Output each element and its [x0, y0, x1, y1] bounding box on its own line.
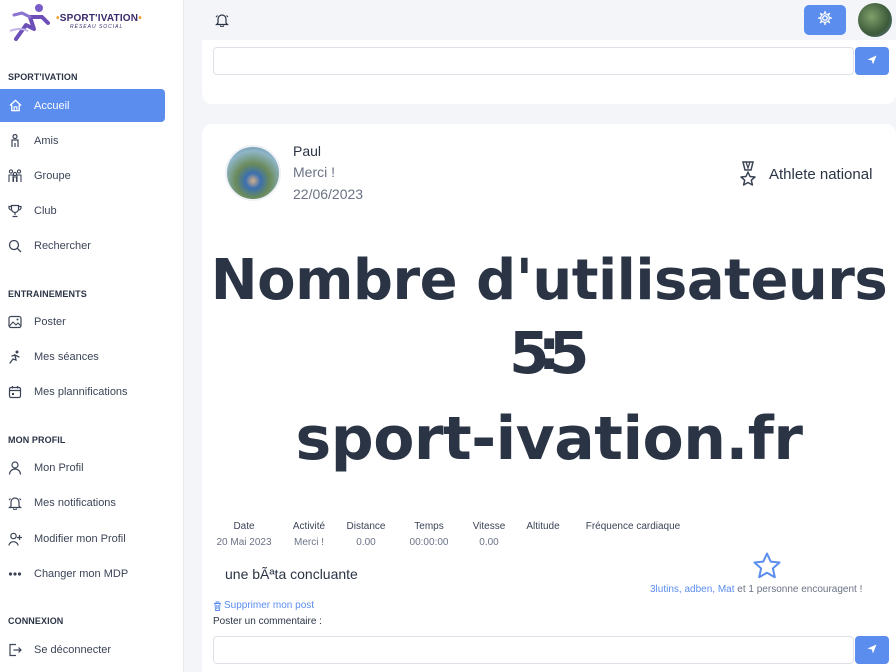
running-icon: [8, 350, 22, 364]
sidebar-item-se-deconnecter[interactable]: Se déconnecter: [0, 633, 165, 666]
stats-header-temps: Temps: [414, 521, 444, 532]
section-title-sportivation: SPORT'IVATION: [8, 72, 78, 82]
sidebar-item-label: Modifier mon Profil: [34, 532, 126, 545]
sidebar-item-label: Poster: [34, 315, 66, 328]
stats-header-frequence: Fréquence cardiaque: [585, 521, 681, 532]
sidebar-item-label: Changer mon MDP: [34, 567, 129, 580]
sidebar-item-label: Accueil: [34, 99, 70, 112]
sidebar-item-label: Mes notifications: [34, 496, 116, 509]
sidebar-item-rechercher[interactable]: Rechercher: [0, 229, 165, 262]
stats-header-date: Date: [233, 521, 255, 532]
home-icon: [8, 99, 22, 113]
comment-label: Poster un commentaire :: [213, 616, 322, 627]
sidebar-item-mes-plannifications[interactable]: Mes plannifications: [0, 375, 165, 408]
encourage-rest: et 1 personne encouragent !: [734, 584, 863, 595]
settings-button[interactable]: [804, 5, 846, 35]
post-message: Merci !: [293, 164, 335, 180]
send-comment-button[interactable]: [855, 47, 889, 75]
sidebar-item-label: Club: [34, 204, 57, 217]
post-date: 22/06/2023: [293, 186, 364, 202]
stats-header-altitude: Altitude: [526, 521, 560, 532]
sidebar-item-accueil[interactable]: Accueil: [0, 89, 165, 122]
sidebar-item-label: Se déconnecter: [34, 643, 112, 656]
post-caption: une bÃªta concluante: [225, 566, 358, 582]
sidebar-item-label: Amis: [34, 134, 59, 147]
sidebar-item-amis[interactable]: Amis: [0, 124, 165, 157]
trash-icon: [213, 601, 222, 611]
user-plus-icon: [8, 532, 22, 546]
sidebar-item-changer-mdp[interactable]: Changer mon MDP: [0, 557, 165, 590]
calendar-icon: [8, 385, 22, 399]
post-image-count: 55: [509, 319, 589, 387]
athlete-level-badge: Athlete national: [769, 166, 873, 183]
stats-header-distance: Distance: [346, 521, 386, 532]
group-icon: [8, 168, 22, 183]
medal-icon: [737, 161, 759, 187]
stats-header-vitesse: Vitesse: [472, 521, 506, 532]
send-icon: [867, 641, 877, 659]
post-comment-input[interactable]: [213, 636, 854, 664]
sidebar-item-label: Rechercher: [34, 239, 91, 252]
gear-icon: [818, 10, 832, 30]
encourage-names[interactable]: 3lutins, adben, Mat: [650, 584, 735, 595]
section-title-entrainements: ENTRAINEMENTS: [8, 289, 87, 299]
runner-logo-icon: [8, 1, 54, 43]
sidebar-item-label: Mes séances: [34, 350, 99, 363]
search-icon: [8, 239, 22, 253]
user-avatar[interactable]: [858, 3, 892, 37]
user-icon: [8, 460, 22, 475]
sidebar-item-poster[interactable]: Poster: [0, 305, 165, 338]
stats-value-vitesse: 0.00: [479, 537, 499, 548]
stats-value-activite: Merci !: [294, 537, 324, 548]
encouragement-text: 3lutins, adben, Mat et 1 personne encour…: [650, 584, 862, 595]
delete-post-link[interactable]: Supprimer mon post: [213, 600, 314, 611]
sidebar-item-mon-profil[interactable]: Mon Profil: [0, 451, 165, 484]
bell-icon: [8, 496, 22, 510]
send-icon: [867, 52, 877, 70]
sidebar-item-label: Mon Profil: [34, 461, 84, 474]
delete-post-label: Supprimer mon post: [224, 600, 315, 611]
trophy-icon: [8, 204, 22, 218]
sidebar-item-modifier-mon-profil[interactable]: Modifier mon Profil: [0, 522, 165, 555]
logout-icon: [8, 643, 22, 657]
person-icon: [8, 133, 22, 148]
stats-value-distance: 0.00: [356, 537, 376, 548]
post-image-url: sport-ivation.fr: [295, 404, 803, 474]
stats-value-date: 20 Mai 2023: [216, 537, 272, 548]
stats-header-activite: Activité: [292, 521, 326, 532]
section-title-connexion: CONNEXION: [8, 616, 64, 626]
sidebar-item-mes-notifications[interactable]: Mes notifications: [0, 486, 165, 519]
logo-subtitle: RÉSEAU SOCIAL: [70, 24, 124, 30]
post-comment-send-button[interactable]: [855, 636, 889, 664]
sidebar-item-label: Mes plannifications: [34, 385, 128, 398]
app-logo[interactable]: •SPORT'IVATION• RÉSEAU SOCIAL: [8, 0, 178, 44]
sidebar-item-label: Groupe: [34, 169, 71, 182]
sidebar-item-club[interactable]: Club: [0, 194, 165, 227]
section-title-mon-profil: MON PROFIL: [8, 435, 66, 445]
sidebar: •SPORT'IVATION• RÉSEAU SOCIAL SPORT'IVAT…: [0, 0, 184, 672]
encourage-star-icon[interactable]: [752, 551, 782, 581]
image-icon: [8, 315, 22, 329]
logo-title: •SPORT'IVATION•: [56, 13, 142, 24]
sidebar-item-mes-seances[interactable]: Mes séances: [0, 340, 165, 373]
post-author-name[interactable]: Paul: [293, 143, 321, 159]
sidebar-item-groupe[interactable]: Groupe: [0, 159, 165, 192]
stats-value-temps: 00:00:00: [409, 537, 449, 548]
dots-icon: [8, 567, 22, 581]
comment-input[interactable]: [213, 47, 854, 75]
post-author-avatar[interactable]: [225, 145, 281, 201]
notifications-bell-icon[interactable]: [215, 13, 229, 28]
